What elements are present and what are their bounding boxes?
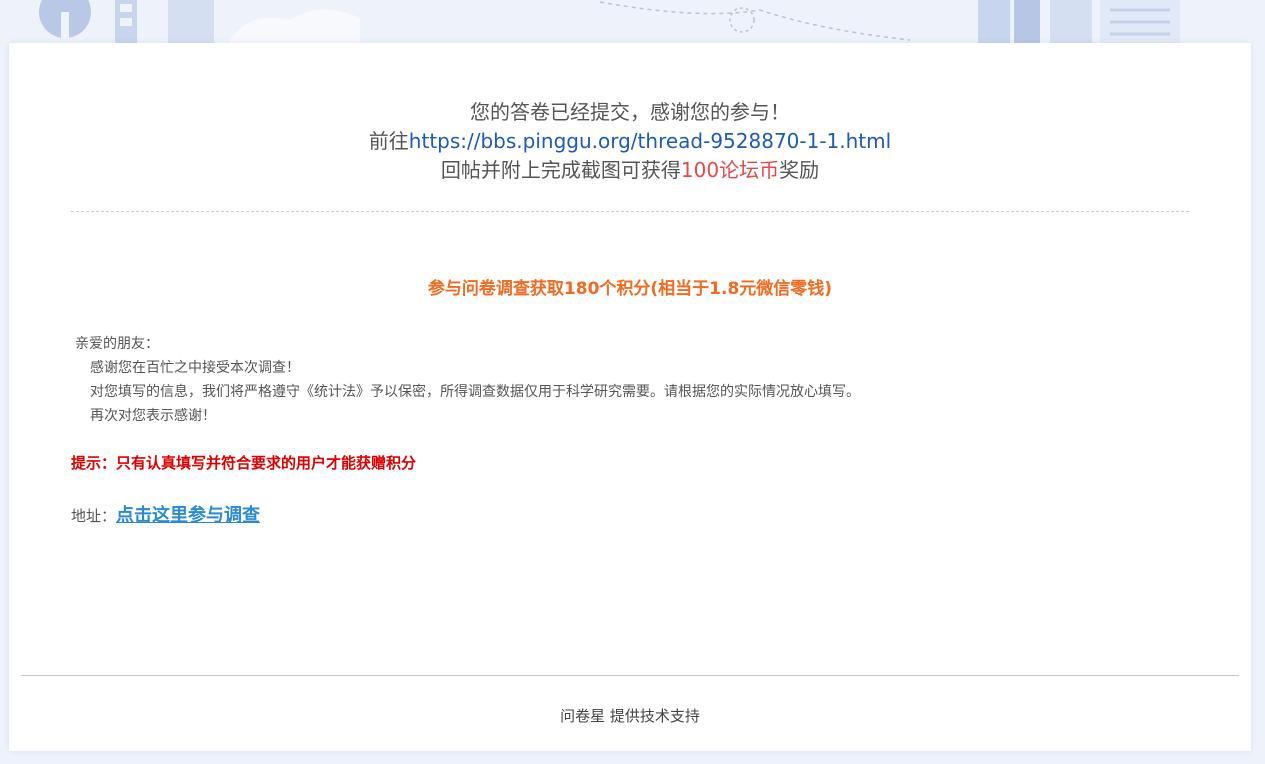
forum-thread-link[interactable]: https://bbs.pinggu.org/thread-9528870-1-…	[409, 129, 891, 153]
letter-greeting: 亲爱的朋友：	[75, 336, 159, 352]
footer-divider	[21, 675, 1239, 676]
reward-prefix: 回帖并附上完成截图可获得	[440, 158, 681, 182]
letter-line: 感谢您在百忙之中接受本次调查！	[90, 360, 300, 376]
tip-text: 提示：只有认真填写并符合要求的用户才能获赠积分	[71, 454, 417, 472]
address-label: 地址：	[71, 507, 117, 525]
submission-message: 您的答卷已经提交，感谢您的参与！ 前往https://bbs.pinggu.or…	[9, 98, 1251, 185]
forum-link-line: 前往https://bbs.pinggu.org/thread-9528870-…	[9, 127, 1251, 156]
reward-line: 回帖并附上完成截图可获得100论坛币奖励	[9, 156, 1251, 185]
letter-line: 对您填写的信息，我们将严格遵守《统计法》予以保密，所得调查数据仅用于科学研究需要…	[90, 384, 860, 400]
letter-line: 再次对您表示感谢！	[90, 408, 216, 424]
dashed-divider	[71, 211, 1189, 212]
reward-amount: 100论坛币	[680, 158, 780, 182]
forum-link-prefix: 前往	[368, 129, 409, 153]
submission-thanks: 您的答卷已经提交，感谢您的参与！	[470, 100, 790, 124]
result-card: 您的答卷已经提交，感谢您的参与！ 前往https://bbs.pinggu.or…	[9, 43, 1251, 751]
address-row: 地址：点击这里参与调查	[71, 501, 260, 527]
reward-suffix: 奖励	[779, 158, 820, 182]
letter-body: 亲爱的朋友： 感谢您在百忙之中接受本次调查！ 对您填写的信息，我们将严格遵守《统…	[75, 332, 1175, 428]
promo-title: 参与问卷调查获取180个积分(相当于1.8元微信零钱)	[427, 279, 833, 299]
survey-link[interactable]: 点击这里参与调查	[116, 505, 260, 526]
footer-credit: 问卷星 提供技术支持	[560, 707, 700, 725]
